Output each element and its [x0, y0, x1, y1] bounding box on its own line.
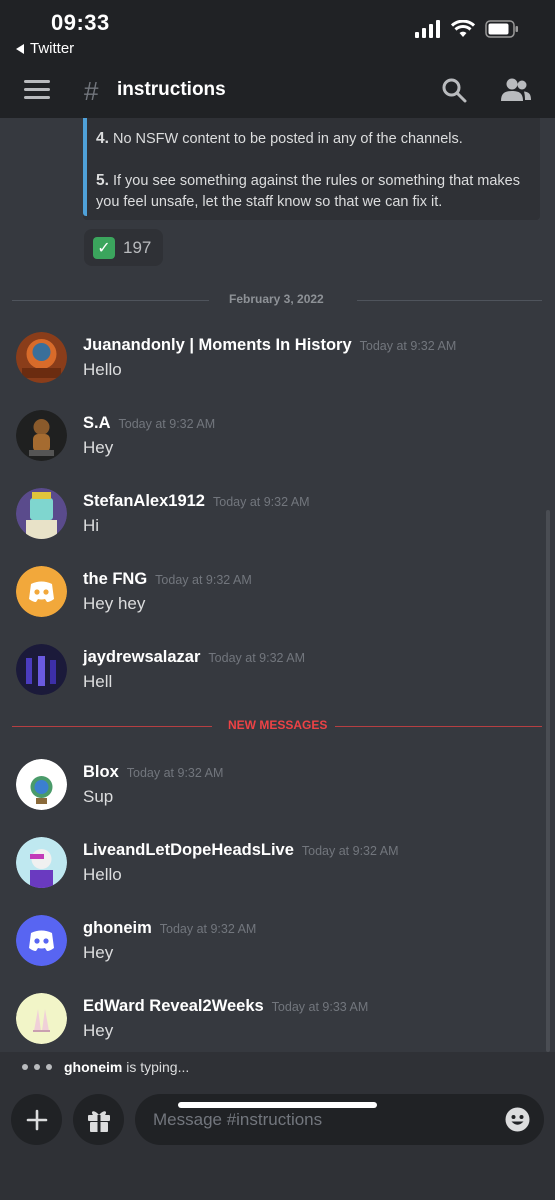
status-time: 09:33 [51, 10, 110, 35]
avatar[interactable] [16, 993, 67, 1044]
message[interactable]: ghoneim Today at 9:32 AM Hey [0, 915, 555, 985]
battery-icon [485, 20, 518, 38]
message-text: Hey [83, 943, 114, 962]
message-text: Sup [83, 787, 114, 806]
cellular-signal-icon [415, 20, 440, 38]
message-text: Hi [83, 516, 100, 535]
embed-accent-bar [83, 118, 87, 216]
message[interactable]: the FNG Today at 9:32 AM Hey hey [0, 566, 555, 636]
message-text: Hello [83, 360, 122, 379]
rules-embed: 4. No NSFW content to be posted in any o… [83, 118, 540, 220]
menu-icon[interactable] [24, 80, 50, 100]
plus-icon [26, 1109, 47, 1130]
members-icon[interactable] [500, 77, 532, 103]
typing-dot-icon [22, 1064, 28, 1070]
check-mark-icon: ✓ [93, 236, 115, 259]
scrollbar[interactable] [546, 510, 550, 1052]
message-timestamp: Today at 9:32 AM [359, 339, 457, 353]
message-author[interactable]: S.A Today at 9:32 AM [83, 414, 215, 433]
avatar[interactable] [16, 644, 67, 695]
avatar[interactable] [16, 759, 67, 810]
typing-indicator: ghoneim is typing... [0, 1052, 555, 1082]
message[interactable]: LiveandLetDopeHeadsLive Today at 9:32 AM … [0, 837, 555, 907]
rule-item: 4. No NSFW content to be posted in any o… [96, 130, 463, 147]
message-text: Hello [83, 865, 122, 884]
rule-item: 5. If you see something against the rule… [96, 172, 520, 210]
message-author[interactable]: EdWard Reveal2Weeks Today at 9:33 AM [83, 997, 368, 1016]
message[interactable]: Blox Today at 9:32 AM Sup [0, 759, 555, 829]
back-arrow-icon [16, 43, 24, 54]
avatar[interactable] [16, 837, 67, 888]
emoji-icon[interactable] [505, 1107, 530, 1132]
message-timestamp: Today at 9:32 AM [301, 844, 399, 858]
channel-title: instructions [117, 79, 226, 100]
message[interactable]: Juanandonly | Moments In History Today at… [0, 332, 555, 402]
back-to-app-link[interactable]: Twitter [16, 40, 74, 57]
typing-dot-icon [46, 1064, 52, 1070]
typing-dot-icon [34, 1064, 40, 1070]
avatar[interactable] [16, 915, 67, 966]
avatar[interactable] [16, 566, 67, 617]
status-icons [415, 20, 519, 38]
message[interactable]: S.A Today at 9:32 AM Hey [0, 410, 555, 480]
message-timestamp: Today at 9:32 AM [118, 417, 216, 431]
channel-header: # instructions [0, 62, 555, 118]
gift-button[interactable] [73, 1094, 124, 1145]
avatar[interactable] [16, 410, 67, 461]
message-timestamp: Today at 9:32 AM [126, 766, 224, 780]
message-author[interactable]: jaydrewsalazar Today at 9:32 AM [83, 648, 305, 667]
avatar[interactable] [16, 332, 67, 383]
message-timestamp: Today at 9:32 AM [159, 922, 257, 936]
message-text: Hey [83, 1021, 114, 1040]
hash-icon: # [84, 76, 99, 106]
avatar[interactable] [16, 488, 67, 539]
message-composer: Message #instructions [0, 1082, 555, 1200]
search-icon[interactable] [441, 77, 467, 103]
message-timestamp: Today at 9:33 AM [271, 1000, 369, 1014]
message[interactable]: StefanAlex1912 Today at 9:32 AM Hi [0, 488, 555, 558]
message-author[interactable]: the FNG Today at 9:32 AM [83, 570, 252, 589]
add-attachment-button[interactable] [11, 1094, 62, 1145]
reaction-check[interactable]: ✓ 197 [84, 229, 163, 266]
message-timestamp: Today at 9:32 AM [208, 651, 306, 665]
message-timestamp: Today at 9:32 AM [155, 573, 252, 587]
message-author[interactable]: Juanandonly | Moments In History Today at… [83, 336, 456, 355]
message-input-placeholder: Message #instructions [153, 1109, 323, 1129]
message-author[interactable]: StefanAlex1912 Today at 9:32 AM [83, 492, 310, 511]
message-text: Hell [83, 672, 113, 691]
home-indicator[interactable] [178, 1102, 377, 1108]
message-author[interactable]: Blox Today at 9:32 AM [83, 763, 223, 782]
message-timestamp: Today at 9:32 AM [213, 495, 310, 509]
typing-text: ghoneim is typing... [64, 1059, 190, 1075]
wifi-icon [451, 20, 475, 37]
message-text: Hey [83, 438, 114, 457]
gift-icon [87, 1110, 110, 1132]
message-author[interactable]: ghoneim Today at 9:32 AM [83, 919, 256, 938]
message-author[interactable]: LiveandLetDopeHeadsLive Today at 9:32 AM [83, 841, 398, 860]
date-divider: February 3, 2022 [12, 292, 542, 306]
reaction-count: 197 [123, 237, 152, 257]
back-app-label: Twitter [30, 40, 75, 57]
top-bar: 09:33 Twitter # instructions [0, 0, 555, 118]
new-messages-divider: NEW MESSAGES [12, 718, 542, 732]
message[interactable]: jaydrewsalazar Today at 9:32 AM Hell [0, 644, 555, 714]
message-text: Hey hey [83, 594, 146, 613]
